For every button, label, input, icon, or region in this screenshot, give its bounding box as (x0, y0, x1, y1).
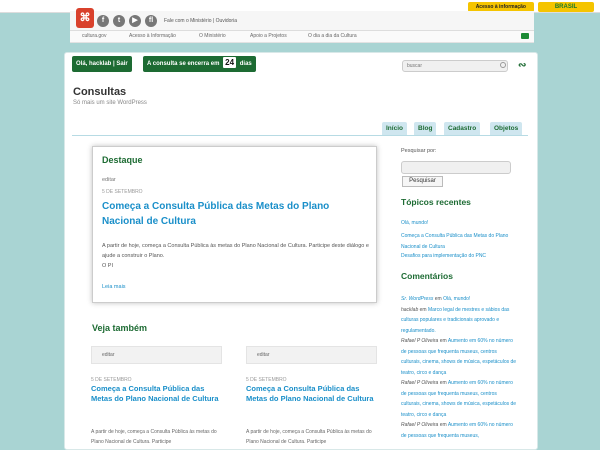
comment-author: Rafael P Oliveira (401, 338, 439, 344)
veja-excerpt-2: A partir de hoje, começa a Consulta Públ… (246, 429, 372, 445)
comment-author: Rafael P Oliveira (401, 422, 439, 428)
tab-inicio[interactable]: Início (382, 122, 407, 135)
tab-blog[interactable]: Blog (414, 122, 437, 135)
comment-post-link[interactable]: Olá, mundo! (443, 296, 470, 302)
destaque-card: Destaque editar 5 DE SETEMBRO Começa a C… (92, 146, 377, 303)
recent-posts-heading: Tópicos recentes (401, 197, 471, 207)
comment-item: Rafael P Oliveira em Aumento em 60% no n… (401, 422, 513, 439)
veja-edit-1[interactable]: editar (91, 346, 222, 364)
sidebar-search-label: Pesquisar por: (401, 148, 437, 154)
post-title-link[interactable]: Começa a Consulta Pública das Metas do P… (102, 199, 372, 229)
veja-excerpt-1: A partir de hoje, começa a Consulta Públ… (91, 429, 217, 445)
comment-item: Sr. WordPress em Olá, mundo! (401, 296, 471, 302)
site-description: Só mais um site WordPress (73, 100, 147, 106)
veja-edit-2[interactable]: editar (246, 346, 377, 364)
veja-date-2: 5 DE SETEMBRO (246, 377, 287, 383)
rss-icon[interactable]: ⌘ (76, 8, 94, 28)
twitter-icon[interactable]: t (113, 15, 125, 27)
flickr-icon[interactable]: fl (145, 15, 157, 27)
veja-title-2[interactable]: Começa a Consulta Pública das Metas do P… (246, 384, 376, 404)
post-signature: O PI (102, 263, 114, 269)
comment-item: hacklab em Marco legal de mestres e sábi… (401, 306, 510, 334)
nav-acesso-informacao[interactable]: Acesso à Informação (129, 33, 176, 39)
veja-date-1: 5 DE SETEMBRO (91, 377, 132, 383)
recent-post-link[interactable]: Olá, mundo! (401, 220, 428, 226)
fale-ouvidoria-links[interactable]: Fale com o Ministério | Ouvidoria (164, 18, 237, 24)
brasil-link[interactable]: BRASIL (538, 2, 594, 12)
comments-heading: Comentários (401, 271, 453, 281)
comment-author: Rafael P Oliveira (401, 380, 439, 386)
tabs-divider (72, 135, 528, 136)
youtube-icon[interactable]: ▶ (129, 15, 141, 27)
read-more-link[interactable]: Leia mais (102, 284, 126, 290)
nav-cultura-gov[interactable]: cultura.gov (82, 33, 106, 39)
sidebar-search-button[interactable]: Pesquisar (402, 176, 443, 187)
recent-post-link[interactable]: Desafios para implementação do PNC (401, 253, 486, 259)
countdown-badge: A consulta se encerra em 24 dias (143, 56, 256, 72)
post-excerpt: A partir de hoje, começa a Consulta Públ… (102, 241, 372, 271)
comment-author[interactable]: Sr. WordPress (401, 296, 433, 302)
brazil-flag-icon (521, 33, 529, 39)
nav-dia-a-dia[interactable]: O dia a dia da Cultura (308, 33, 357, 39)
ministry-nav: cultura.gov Acesso à Informação O Minist… (70, 31, 534, 43)
countdown-days: 24 (223, 57, 237, 68)
nav-ministerio[interactable]: O Ministério (199, 33, 226, 39)
veja-title-1[interactable]: Começa a Consulta Pública das Metas do P… (91, 384, 221, 404)
countdown-prefix: A consulta se encerra em (147, 61, 220, 67)
post-date: 5 DE SETEMBRO (102, 189, 143, 195)
tab-cadastro[interactable]: Cadastro (444, 122, 481, 135)
destaque-heading: Destaque (102, 155, 143, 165)
sidebar-search-input[interactable] (401, 161, 511, 174)
countdown-suffix: dias (239, 61, 252, 67)
edit-link[interactable]: editar (102, 177, 116, 183)
comment-post-link[interactable]: Marco legal de mestres e sábios das cult… (401, 307, 509, 334)
comment-author: hacklab (401, 306, 419, 313)
post-excerpt-text: A partir de hoje, começa a Consulta Públ… (102, 243, 369, 259)
recent-post-link[interactable]: Começa a Consulta Pública das Metas do P… (401, 231, 517, 253)
user-greeting-button[interactable]: Olá, hacklab | Sair (72, 56, 132, 72)
veja-heading: Veja também (92, 323, 148, 333)
site-title[interactable]: Consultas (73, 86, 126, 98)
header-search-input[interactable] (402, 60, 508, 72)
comment-item: Rafael P Oliveira em Aumento em 60% no n… (401, 380, 517, 418)
recent-comments-list: Sr. WordPress em Olá, mundo! hacklab em … (401, 294, 517, 441)
facebook-icon[interactable]: f (97, 15, 109, 27)
tab-objetos[interactable]: Objetos (490, 122, 523, 135)
feed-icon[interactable]: ∾ (518, 61, 528, 71)
comment-item: Rafael P Oliveira em Aumento em 60% no n… (401, 338, 517, 376)
search-icon[interactable] (500, 62, 506, 68)
nav-apoio-projetos[interactable]: Apoio a Projetos (250, 33, 287, 39)
